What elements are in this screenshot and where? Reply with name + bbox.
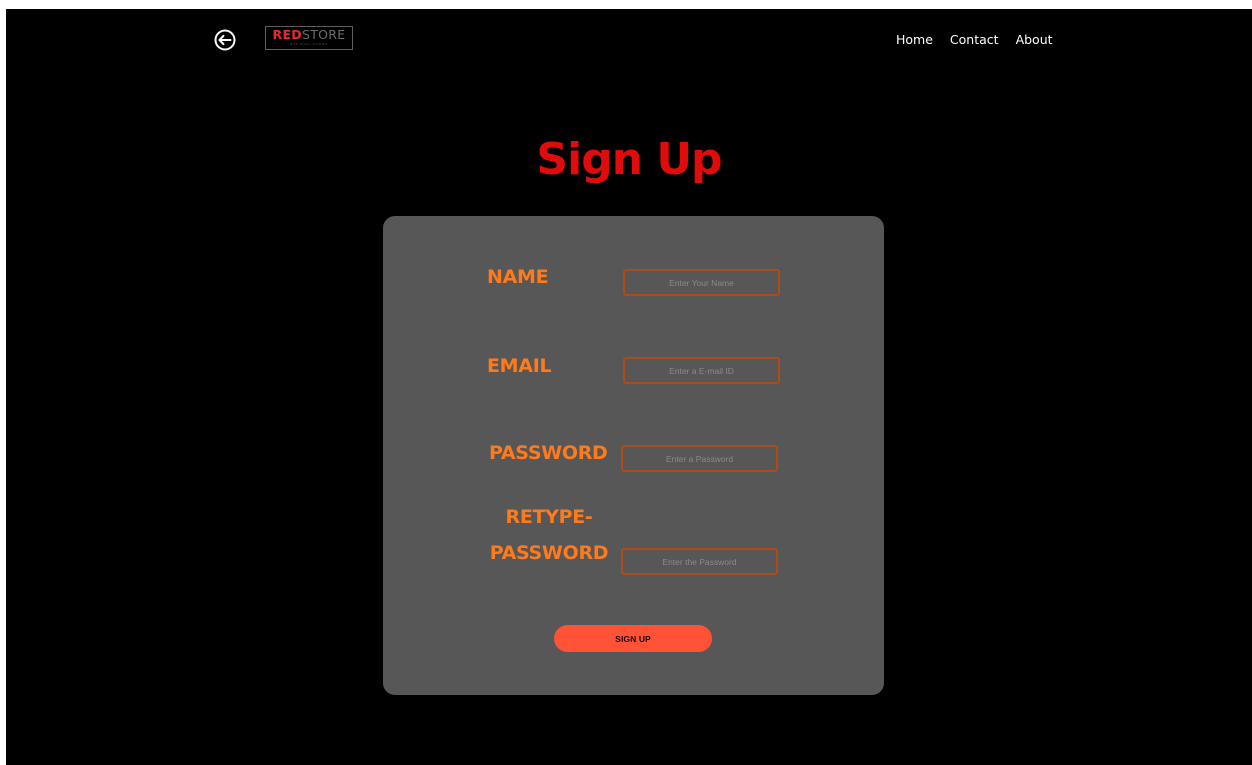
brand-logo[interactable]: REDSTORE OFFICIAL STORE: [265, 26, 353, 50]
logo-gray-text: STORE: [301, 27, 346, 42]
signup-form-card: NAME EMAIL PASSWORD RETYPE- PASSWORD SIG…: [383, 216, 884, 695]
back-button[interactable]: [211, 26, 239, 54]
password-input[interactable]: [621, 445, 778, 472]
retype-password-label: RETYPE- PASSWORD: [487, 499, 611, 571]
name-label: NAME: [487, 266, 549, 288]
back-arrow-circle-icon: [214, 29, 236, 51]
nav-contact-link[interactable]: Contact: [950, 32, 999, 47]
page-frame: REDSTORE OFFICIAL STORE Home Contact Abo…: [6, 9, 1252, 765]
page-title: Sign Up: [536, 134, 722, 185]
nav-about-link[interactable]: About: [1016, 32, 1053, 47]
top-nav: Home Contact About: [896, 32, 1053, 47]
email-input[interactable]: [623, 357, 780, 384]
logo-red-text: RED: [272, 27, 302, 42]
nav-home-link[interactable]: Home: [896, 32, 933, 47]
logo-tagline: OFFICIAL STORE: [289, 41, 329, 46]
name-input[interactable]: [623, 269, 780, 296]
password-label: PASSWORD: [489, 442, 608, 464]
logo-wordmark: REDSTORE: [269, 27, 349, 42]
retype-password-input[interactable]: [621, 548, 778, 575]
email-label: EMAIL: [487, 355, 552, 377]
retype-password-label-line1: RETYPE-: [505, 506, 593, 528]
retype-password-label-line2: PASSWORD: [489, 542, 609, 564]
sign-up-button[interactable]: SIGN UP: [554, 625, 712, 652]
